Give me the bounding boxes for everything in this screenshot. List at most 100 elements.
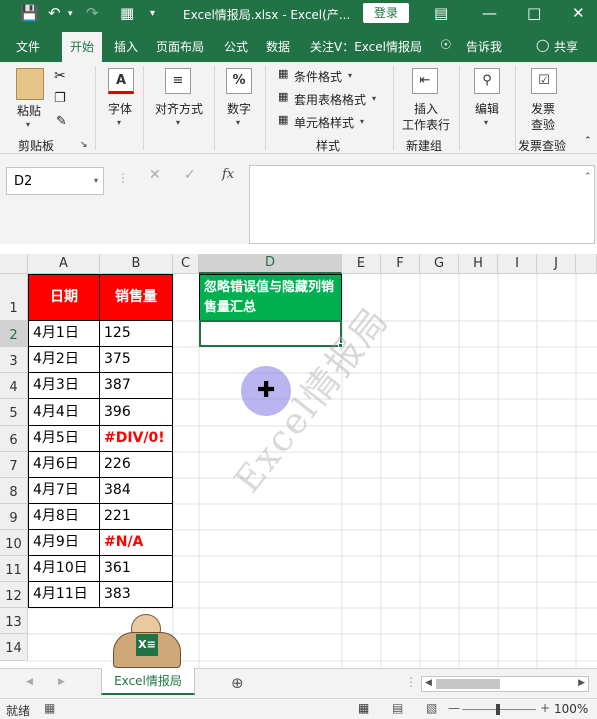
table-row-7-date[interactable]: 4月7日 xyxy=(28,477,100,504)
column-header-b[interactable]: B xyxy=(100,254,173,274)
column-header-f[interactable]: F xyxy=(381,254,420,274)
row-header-12[interactable]: 12 xyxy=(0,582,28,608)
redo-icon[interactable]: ↷ xyxy=(86,4,99,22)
header-date-cell[interactable]: 日期 xyxy=(28,274,100,321)
column-header-h[interactable]: H xyxy=(459,254,498,274)
header-summary-cell[interactable]: 忽略错误值与隐藏列销售量汇总 xyxy=(199,274,342,321)
normal-view-icon[interactable]: ▦ xyxy=(358,701,369,715)
tab-file[interactable]: 文件 xyxy=(16,38,40,55)
column-header-d[interactable]: D xyxy=(199,254,342,274)
macro-record-icon[interactable]: ▦ xyxy=(44,701,55,715)
search-icon[interactable]: ⚲ xyxy=(474,68,500,94)
table-row-5-sales[interactable]: #DIV/0! xyxy=(99,425,173,452)
row-header-1[interactable]: 1 xyxy=(0,274,28,321)
page-layout-view-icon[interactable]: ▤ xyxy=(392,701,403,715)
table-row-1-date[interactable]: 4月1日 xyxy=(28,320,100,347)
tell-me-search[interactable]: 告诉我 xyxy=(466,38,502,55)
customize-quick-access-icon[interactable]: ▾ xyxy=(150,8,155,19)
invoice-button-line2[interactable]: 查验 xyxy=(531,116,555,133)
table-row-5-date[interactable]: 4月5日 xyxy=(28,425,100,452)
column-header-i[interactable]: I xyxy=(498,254,537,274)
tab-split-handle-icon[interactable]: ⋮ xyxy=(405,675,417,689)
clipboard-launcher-icon[interactable]: ↘ xyxy=(80,140,88,150)
undo-icon[interactable]: ↶ xyxy=(48,4,61,22)
row-header-14[interactable]: 14 xyxy=(0,634,28,661)
invoice-check-icon[interactable]: ☑ xyxy=(531,68,557,94)
scroll-thumb[interactable] xyxy=(436,679,500,689)
print-preview-icon[interactable]: ▦ xyxy=(120,4,134,22)
cell-style-dropdown-icon[interactable]: ▾ xyxy=(360,117,364,126)
tab-insert[interactable]: 插入 xyxy=(114,38,138,55)
row-header-7[interactable]: 7 xyxy=(0,452,28,478)
insert-function-icon[interactable]: fx xyxy=(222,167,234,182)
table-row-10-sales[interactable]: 361 xyxy=(99,555,173,582)
cancel-icon[interactable]: ✕ xyxy=(149,167,161,183)
table-row-7-sales[interactable]: 384 xyxy=(99,477,173,504)
table-row-3-date[interactable]: 4月3日 xyxy=(28,372,100,399)
row-header-11[interactable]: 11 xyxy=(0,556,28,582)
table-row-3-sales[interactable]: 387 xyxy=(99,372,173,399)
paste-dropdown-icon[interactable]: ▾ xyxy=(26,120,30,129)
ribbon-display-options-icon[interactable]: ▤ xyxy=(434,4,448,22)
row-header-6[interactable]: 6 xyxy=(0,426,28,452)
row-header-5[interactable]: 5 xyxy=(0,399,28,426)
table-row-8-date[interactable]: 4月8日 xyxy=(28,503,100,530)
alignment-icon[interactable]: ≡ xyxy=(165,68,191,94)
zoom-in-icon[interactable]: + xyxy=(540,701,550,715)
tab-home[interactable]: 开始 xyxy=(62,32,103,62)
login-button[interactable]: 登录 xyxy=(363,3,409,23)
scroll-left-icon[interactable]: ◀ xyxy=(425,678,432,688)
table-row-2-date[interactable]: 4月2日 xyxy=(28,346,100,373)
tab-follow[interactable]: 关注V：Excel情报局 xyxy=(310,38,422,55)
table-row-11-date[interactable]: 4月11日 xyxy=(28,581,100,608)
share-button[interactable]: 共享 xyxy=(554,38,578,55)
insert-row-icon[interactable]: ⇤ xyxy=(412,68,438,94)
tab-data[interactable]: 数据 xyxy=(266,38,290,55)
undo-dropdown-icon[interactable]: ▾ xyxy=(68,9,73,19)
table-row-4-sales[interactable]: 396 xyxy=(99,398,173,426)
font-icon[interactable]: A xyxy=(108,68,134,94)
zoom-slider-thumb[interactable] xyxy=(496,704,500,715)
name-box[interactable]: D2 ▾ xyxy=(6,167,104,195)
column-header-k[interactable] xyxy=(576,254,597,274)
collapse-ribbon-icon[interactable]: ⌃ xyxy=(584,136,592,146)
column-header-a[interactable]: A xyxy=(28,254,100,274)
table-row-11-sales[interactable]: 383 xyxy=(99,581,173,608)
header-sales-cell[interactable]: 销售量 xyxy=(99,274,173,321)
alignment-button[interactable]: 对齐方式 xyxy=(155,100,203,117)
expand-formula-bar-icon[interactable]: ⌃ xyxy=(584,172,592,182)
worksheet-grid[interactable]: A B C D E F G H I J 1 2 3 4 5 6 7 8 9 10… xyxy=(0,254,597,668)
formula-input[interactable] xyxy=(249,165,595,244)
tab-page-layout[interactable]: 页面布局 xyxy=(156,38,204,55)
paste-icon[interactable] xyxy=(16,68,44,100)
column-header-e[interactable]: E xyxy=(342,254,381,274)
cell-style-button[interactable]: 单元格样式 xyxy=(294,114,354,131)
zoom-level[interactable]: 100% xyxy=(554,702,588,716)
scroll-right-icon[interactable]: ▶ xyxy=(578,678,585,688)
row-header-9[interactable]: 9 xyxy=(0,504,28,530)
alignment-dropdown-icon[interactable]: ▾ xyxy=(176,118,180,127)
row-header-2[interactable]: 2 xyxy=(0,321,28,347)
paste-button[interactable]: 粘贴 xyxy=(17,102,41,119)
edit-dropdown-icon[interactable]: ▾ xyxy=(484,118,488,127)
tab-formulas[interactable]: 公式 xyxy=(224,38,248,55)
row-header-10[interactable]: 10 xyxy=(0,530,28,556)
maximize-icon[interactable]: □ xyxy=(527,4,541,22)
insert-row-button-line2[interactable]: 工作表行 xyxy=(402,116,450,133)
table-row-4-date[interactable]: 4月4日 xyxy=(28,398,100,426)
save-icon[interactable]: 💾 xyxy=(20,4,39,22)
conditional-format-button[interactable]: 条件格式 xyxy=(294,68,342,85)
page-break-view-icon[interactable]: ▧ xyxy=(426,701,437,715)
scroll-sheets-right-icon[interactable]: ▶ xyxy=(58,677,65,687)
column-header-c[interactable]: C xyxy=(173,254,199,274)
select-all-corner[interactable] xyxy=(0,254,28,274)
font-dropdown-icon[interactable]: ▾ xyxy=(117,118,121,127)
table-row-9-sales[interactable]: #N/A xyxy=(99,529,173,556)
row-header-13[interactable]: 13 xyxy=(0,608,28,634)
table-row-8-sales[interactable]: 221 xyxy=(99,503,173,530)
table-row-6-sales[interactable]: 226 xyxy=(99,451,173,478)
add-sheet-icon[interactable]: ⊕ xyxy=(231,674,244,692)
format-painter-icon[interactable]: ✎ xyxy=(56,114,67,129)
table-row-10-date[interactable]: 4月10日 xyxy=(28,555,100,582)
percent-icon[interactable]: % xyxy=(226,68,252,94)
